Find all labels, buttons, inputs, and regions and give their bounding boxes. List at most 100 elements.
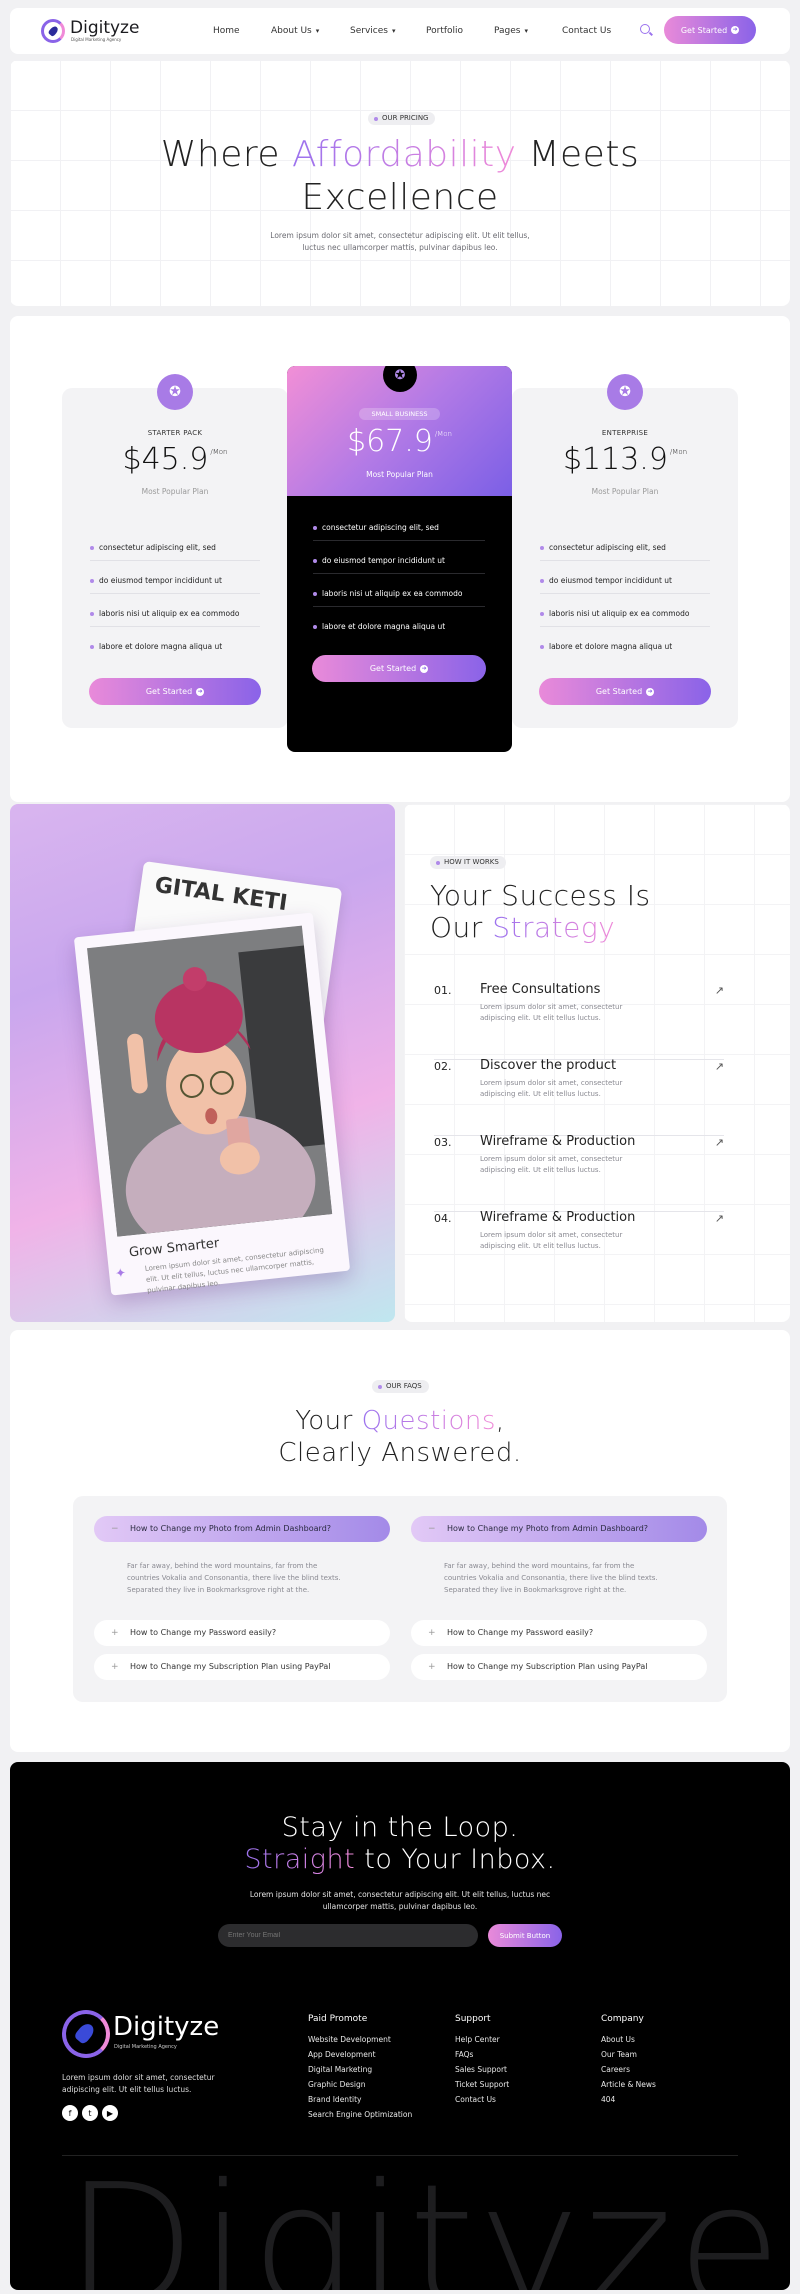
footer-column-title: Paid Promote — [308, 2014, 368, 2024]
faq-question-open[interactable]: − How to Change my Photo from Admin Dashb… — [411, 1516, 707, 1542]
divider — [90, 626, 260, 627]
step-description: Lorem ipsum dolor sit amet, consectetur … — [480, 1155, 623, 1174]
strategy-photo-panel: GITAL KETI Grow Smarter ✦ Lorem ipsum do… — [10, 804, 395, 1322]
pricing-hero: OUR PRICING Where Affordability Meets Ex… — [10, 60, 790, 306]
footer-link[interactable]: Contact Us — [455, 2095, 496, 2104]
footer-link[interactable]: Search Engine Optimization — [308, 2110, 412, 2119]
pricing-card-small-business: ✪ SMALL BUSINESS $67.9/Mon Most Popular … — [287, 366, 512, 752]
person-photo — [87, 925, 333, 1237]
arrow-up-right-icon[interactable]: ↗ — [715, 1212, 724, 1225]
footer-link[interactable]: Brand Identity — [308, 2095, 361, 2104]
faq-question[interactable]: + How to Change my Subscription Plan usin… — [411, 1654, 707, 1680]
footer-column-title: Support — [455, 2014, 491, 2024]
nav-about-label: About Us — [271, 26, 312, 36]
header-get-started-button[interactable]: Get Started ➜ — [664, 16, 756, 44]
step-item[interactable]: 02. Discover the product Lorem ipsum dol… — [434, 1058, 724, 1136]
footer-link[interactable]: Website Development — [308, 2035, 391, 2044]
sparkle-icon: ✦ — [114, 1265, 127, 1283]
small-business-get-started-button[interactable]: Get Started ➜ — [312, 655, 486, 682]
nav-pages[interactable]: Pages ▾ — [494, 26, 528, 36]
enterprise-get-started-button[interactable]: Get Started ➜ — [539, 678, 711, 705]
nav-services[interactable]: Services ▾ — [350, 26, 395, 36]
footer-link[interactable]: Sales Support — [455, 2065, 507, 2074]
pricing-card-enterprise: ✪ ENTERPRISE $113.9/Mon Most Popular Pla… — [512, 374, 738, 728]
footer-link[interactable]: Help Center — [455, 2035, 500, 2044]
step-item[interactable]: 01. Free Consultations Lorem ipsum dolor… — [434, 982, 724, 1060]
divider — [540, 560, 710, 561]
arrow-right-icon: ➜ — [420, 664, 429, 673]
nav-services-label: Services — [350, 26, 388, 36]
faq-question[interactable]: + How to Change my Password easily? — [94, 1620, 390, 1646]
rocket-shape — [73, 2020, 97, 2046]
newsletter-title-part: Stay in the Loop. — [281, 1812, 519, 1843]
arrow-up-right-icon[interactable]: ↗ — [715, 984, 724, 997]
site-footer: Stay in the Loop. Straight to Your Inbox… — [10, 1762, 790, 2290]
footer-link[interactable]: 404 — [601, 2095, 615, 2104]
plus-icon: + — [428, 1628, 436, 1638]
youtube-icon[interactable]: ▶ — [102, 2105, 118, 2121]
plan-feature: labore et dolore magna aliqua ut — [313, 622, 445, 631]
starter-get-started-button[interactable]: Get Started ➜ — [89, 678, 261, 705]
footer-link[interactable]: Graphic Design — [308, 2080, 366, 2089]
brand-tagline: Digital Marketing Agency — [71, 37, 122, 42]
step-item[interactable]: 03. Wireframe & Production Lorem ipsum d… — [434, 1134, 724, 1212]
faq-question-label: How to Change my Photo from Admin Dashbo… — [130, 1524, 332, 1533]
submit-button[interactable]: Submit Button — [488, 1924, 562, 1947]
plan-feature: labore et dolore magna aliqua ut — [540, 642, 672, 651]
nav-home[interactable]: Home — [213, 26, 240, 36]
faq-question-label: How to Change my Subscription Plan using… — [447, 1662, 648, 1671]
arrow-right-icon: ➜ — [646, 687, 655, 696]
faq-question-label: How to Change my Photo from Admin Dashbo… — [447, 1524, 649, 1533]
footer-link[interactable]: Ticket Support — [455, 2080, 509, 2089]
twitter-icon[interactable]: t — [82, 2105, 98, 2121]
faq-answer: Far far away, behind the word mountains,… — [127, 1562, 341, 1594]
footer-link[interactable]: About Us — [601, 2035, 635, 2044]
footer-link[interactable]: Article & News — [601, 2080, 656, 2089]
brand-logo[interactable]: Digityze Digital Marketing Agency — [41, 16, 143, 46]
search-icon[interactable] — [640, 24, 650, 34]
hero-title-part: Excellence — [301, 177, 499, 218]
footer-link[interactable]: Our Team — [601, 2050, 637, 2059]
nav-contact[interactable]: Contact Us — [562, 26, 611, 36]
newsletter-title: Stay in the Loop. Straight to Your Inbox… — [10, 1812, 790, 1876]
plan-price: $45.9/Mon — [62, 442, 288, 477]
faq-title-part: Clearly Answered. — [278, 1438, 522, 1468]
divider — [540, 593, 710, 594]
faq-title-part: Your — [295, 1406, 362, 1436]
faq-question-label: How to Change my Subscription Plan using… — [130, 1662, 331, 1671]
section-tag: OUR PRICING — [368, 112, 436, 125]
footer-link[interactable]: Careers — [601, 2065, 630, 2074]
facebook-icon[interactable]: f — [62, 2105, 78, 2121]
faq-question-open[interactable]: − How to Change my Photo from Admin Dashb… — [94, 1516, 390, 1542]
plan-feature: do eiusmod tempor incididunt ut — [540, 576, 672, 585]
plan-feature: labore et dolore magna aliqua ut — [90, 642, 222, 651]
step-number: 03. — [434, 1136, 452, 1149]
footer-link[interactable]: Digital Marketing — [308, 2065, 372, 2074]
plan-name: STARTER PACK — [147, 429, 203, 437]
step-number: 04. — [434, 1212, 452, 1225]
plan-price-value: $113.9 — [562, 442, 668, 477]
faq-question[interactable]: + How to Change my Password easily? — [411, 1620, 707, 1646]
rocket-logo-icon — [41, 19, 65, 43]
step-item[interactable]: 04. Wireframe & Production Lorem ipsum d… — [434, 1210, 724, 1288]
nav-portfolio[interactable]: Portfolio — [426, 26, 463, 36]
plan-period: /Mon — [210, 448, 228, 456]
minus-icon: − — [428, 1524, 436, 1534]
nav-about[interactable]: About Us ▾ — [271, 26, 319, 36]
plan-feature: laboris nisi ut aliquip ex ea commodo — [90, 609, 239, 618]
pricing-card-starter: ✪ STARTER PACK $45.9/Mon Most Popular Pl… — [62, 374, 288, 728]
faq-question[interactable]: + How to Change my Subscription Plan usin… — [94, 1654, 390, 1680]
plan-feature: consectetur adipiscing elit, sed — [90, 543, 216, 552]
footer-link[interactable]: App Development — [308, 2050, 376, 2059]
divider — [313, 573, 485, 574]
header-get-started-label: Get Started — [680, 25, 728, 35]
site-header: Digityze Digital Marketing Agency Home A… — [10, 8, 790, 54]
plus-icon: + — [111, 1662, 119, 1672]
plan-price: $113.9/Mon — [512, 442, 738, 477]
plan-period: /Mon — [669, 448, 688, 456]
footer-link[interactable]: FAQs — [455, 2050, 473, 2059]
email-input[interactable] — [218, 1924, 478, 1947]
plan-feature: consectetur adipiscing elit, sed — [540, 543, 666, 552]
arrow-up-right-icon[interactable]: ↗ — [715, 1060, 724, 1073]
arrow-up-right-icon[interactable]: ↗ — [715, 1136, 724, 1149]
